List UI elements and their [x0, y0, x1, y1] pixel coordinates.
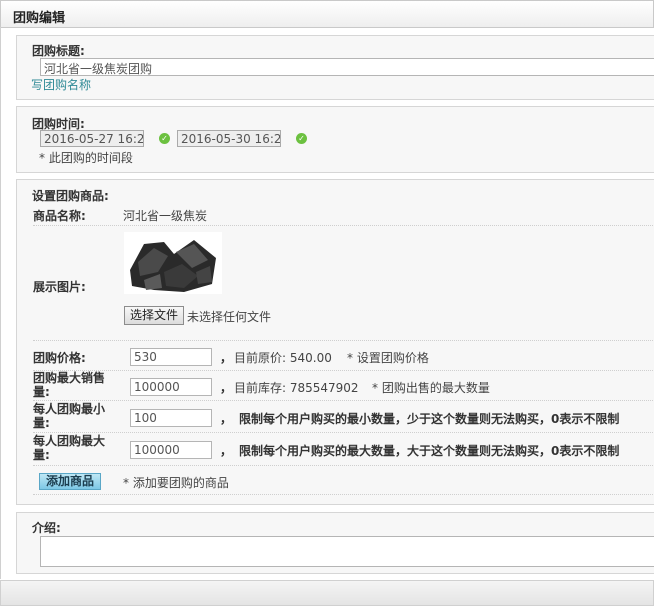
intro-textarea[interactable]	[40, 536, 654, 567]
end-time-input[interactable]: 2016-05-30 16:25:	[177, 130, 281, 147]
goods-name-value: 河北省一级焦炭	[123, 209, 208, 223]
min-per-user-label: 每人团购最小量:	[33, 402, 106, 430]
title-hint: 写团购名称	[31, 78, 92, 92]
price-note: * 设置团购价格	[347, 351, 429, 365]
goods-panel: 设置团购商品: 商品名称: 河北省一级焦炭 展示图片: 选择文件 未选择任何文件…	[16, 179, 654, 505]
price-input[interactable]: 530	[130, 348, 212, 366]
max-sales-label: 团购最大销售量:	[33, 371, 106, 399]
min-per-user-comma: ，	[220, 412, 233, 426]
check-circle-icon: ✓	[296, 133, 307, 144]
max-sales-comma: ，	[220, 381, 233, 395]
max-per-user-note: 限制每个用户购买的最大数量，大于这个数量则无法购买，0表示不限制	[239, 444, 620, 458]
title-label: 团购标题:	[32, 44, 85, 58]
page-title: 团购编辑	[13, 11, 66, 26]
page-header: 团购编辑	[0, 0, 654, 28]
add-goods-button[interactable]: 添加商品	[39, 473, 102, 490]
max-sales-note: * 团购出售的最大数量	[372, 381, 490, 395]
check-circle-icon: ✓	[159, 133, 170, 144]
goods-heading: 设置团购商品:	[32, 189, 109, 203]
time-note: * 此团购的时间段	[39, 151, 133, 165]
title-input[interactable]: 河北省一级焦炭团购	[40, 58, 654, 76]
max-per-user-label: 每人团购最大量:	[33, 434, 106, 462]
file-status: 未选择任何文件	[187, 310, 272, 324]
intro-label: 介绍:	[32, 521, 61, 535]
goods-image-label: 展示图片:	[33, 280, 86, 294]
max-sales-info: 目前库存: 785547902	[234, 381, 359, 395]
max-per-user-input[interactable]: 100000	[130, 441, 212, 459]
price-comma: ，	[220, 351, 233, 365]
goods-name-label: 商品名称:	[33, 209, 86, 223]
intro-panel: 介绍:	[16, 512, 654, 574]
goods-image	[124, 232, 222, 294]
min-per-user-input[interactable]: 100	[130, 409, 212, 427]
start-time-input[interactable]: 2016-05-27 16:25:	[40, 130, 144, 147]
price-label: 团购价格:	[33, 351, 86, 365]
add-goods-note: * 添加要团购的商品	[123, 476, 229, 490]
max-per-user-comma: ，	[220, 444, 233, 458]
max-sales-input[interactable]: 100000	[130, 378, 212, 396]
time-panel: 团购时间: 2016-05-27 16:25: ✓ 2016-05-30 16:…	[16, 106, 654, 173]
title-panel: 团购标题: 河北省一级焦炭团购 写团购名称	[16, 35, 654, 100]
choose-file-button[interactable]: 选择文件	[124, 306, 185, 325]
price-info: 目前原价: 540.00	[234, 351, 332, 365]
min-per-user-note: 限制每个用户购买的最小数量，少于这个数量则无法购买，0表示不限制	[239, 412, 620, 426]
footer-bar	[0, 580, 654, 606]
